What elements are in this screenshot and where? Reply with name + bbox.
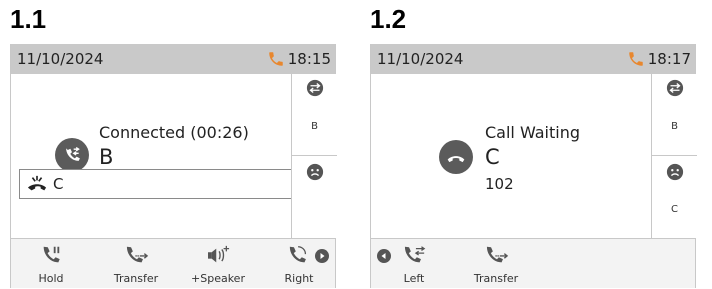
line-key-column: B C bbox=[651, 74, 697, 238]
phone-screen-1-2: 11/10/2024 18:17 Call Waiting C 102 B C bbox=[370, 44, 697, 288]
hung-up-call-icon bbox=[27, 175, 47, 191]
date-label: 11/10/2024 bbox=[17, 50, 104, 68]
sad-face-icon[interactable] bbox=[306, 163, 324, 181]
speaker-icon bbox=[208, 245, 230, 263]
line-label-bottom: C bbox=[671, 204, 678, 215]
date-label: 11/10/2024 bbox=[377, 50, 464, 68]
line-key-column: B bbox=[291, 74, 337, 238]
contact-name: B bbox=[99, 145, 114, 169]
transfer-label: Transfer bbox=[473, 272, 519, 285]
transfer-icon bbox=[126, 246, 149, 263]
transfer-icon bbox=[486, 246, 509, 263]
call-area: Connected (00:26) B 101 bbox=[11, 74, 291, 238]
softkey-bar: Hold Transfer +Speaker Right bbox=[11, 238, 335, 288]
held-call-label: C bbox=[53, 175, 64, 193]
left-label: Left bbox=[403, 272, 425, 285]
figure-label-1-1: 1.1 bbox=[10, 4, 47, 34]
left-softkey[interactable]: Left bbox=[379, 239, 449, 289]
call-avatar bbox=[55, 138, 89, 172]
status-bar: 11/10/2024 18:15 bbox=[11, 44, 335, 74]
line-divider bbox=[292, 155, 337, 156]
transfer-line-icon[interactable] bbox=[306, 79, 324, 97]
speaker-softkey[interactable]: +Speaker bbox=[183, 239, 253, 289]
call-avatar bbox=[439, 140, 473, 174]
line-divider bbox=[652, 155, 697, 156]
hold-icon bbox=[43, 246, 60, 263]
transfer-call-icon bbox=[66, 146, 80, 161]
right-label: Right bbox=[284, 272, 314, 285]
call-status-text: Call Waiting bbox=[485, 123, 581, 142]
figure-label-1-2: 1.2 bbox=[370, 4, 407, 34]
call-forward-icon bbox=[289, 246, 307, 263]
end-call-icon bbox=[447, 156, 465, 163]
sad-face-icon[interactable] bbox=[666, 163, 684, 181]
status-bar: 11/10/2024 18:17 bbox=[371, 44, 695, 74]
call-area: Call Waiting C 102 bbox=[371, 74, 651, 238]
hold-softkey[interactable]: Hold bbox=[16, 239, 86, 289]
time-label: 18:15 bbox=[287, 50, 331, 68]
call-status-text: Connected (00:26) bbox=[99, 123, 249, 142]
line-label-top: B bbox=[671, 121, 678, 132]
swap-call-icon bbox=[404, 246, 426, 263]
transfer-softkey[interactable]: Transfer bbox=[461, 239, 531, 289]
line-label-top: B bbox=[311, 121, 318, 132]
hold-label: Hold bbox=[38, 272, 64, 285]
speaker-label: +Speaker bbox=[191, 272, 245, 285]
phone-screen-1-1: 11/10/2024 18:15 Connected (00:26) B 101… bbox=[10, 44, 337, 288]
transfer-label: Transfer bbox=[113, 272, 159, 285]
softkey-bar: Left Transfer bbox=[371, 238, 695, 288]
transfer-line-icon[interactable] bbox=[666, 79, 684, 97]
transfer-softkey[interactable]: Transfer bbox=[101, 239, 171, 289]
nav-right-icon[interactable] bbox=[315, 249, 329, 263]
phone-icon bbox=[267, 50, 285, 68]
held-call-item[interactable]: C bbox=[19, 169, 331, 199]
right-softkey[interactable]: Right bbox=[264, 239, 334, 289]
contact-name: C bbox=[485, 145, 500, 169]
contact-number: 102 bbox=[485, 175, 514, 193]
phone-icon bbox=[627, 50, 645, 68]
time-label: 18:17 bbox=[647, 50, 691, 68]
